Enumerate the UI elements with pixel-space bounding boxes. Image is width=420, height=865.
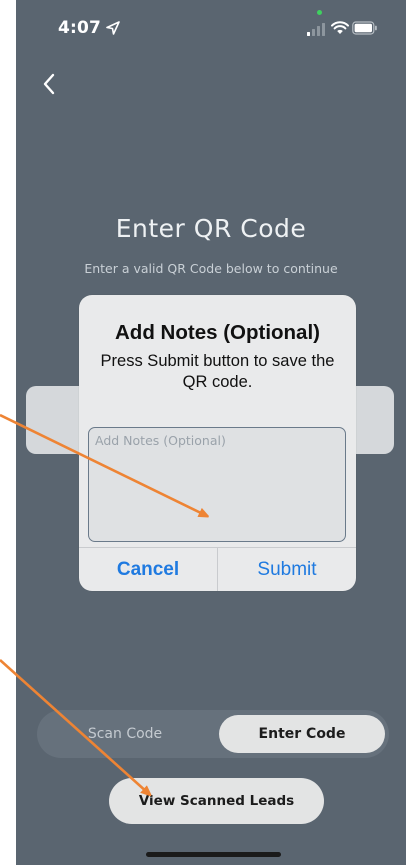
scan-code-tab[interactable]: Scan Code (37, 710, 213, 758)
enter-code-tab[interactable]: Enter Code (219, 715, 385, 753)
battery-icon (352, 21, 377, 35)
cancel-button[interactable]: Cancel (79, 548, 217, 591)
mode-segmented-control: Scan Code Enter Code (37, 710, 389, 758)
page-subtitle: Enter a valid QR Code below to continue (84, 261, 338, 276)
view-scanned-leads-button[interactable]: View Scanned Leads (109, 778, 324, 824)
mic-indicator-dot (317, 10, 322, 15)
home-indicator (146, 852, 281, 857)
dialog-message: Press Submit button to save the QR code. (100, 352, 335, 391)
notes-input[interactable] (88, 427, 346, 542)
page-title: Enter QR Code (115, 214, 307, 243)
page: 4:07 Enter QR Code Enter a valid QR Code (0, 0, 420, 865)
status-time: 4:07 (58, 18, 102, 38)
submit-button[interactable]: Submit (218, 548, 356, 591)
dialog-title: Add Notes (Optional) (115, 321, 320, 344)
add-notes-dialog: Add Notes (Optional) Press Submit button… (79, 295, 356, 591)
cellular-signal-icon (307, 23, 325, 36)
phone-screen: 4:07 Enter QR Code Enter a valid QR Code (16, 0, 406, 865)
wifi-icon (331, 21, 349, 34)
back-chevron-icon[interactable] (38, 70, 60, 98)
location-arrow-icon (106, 21, 120, 35)
